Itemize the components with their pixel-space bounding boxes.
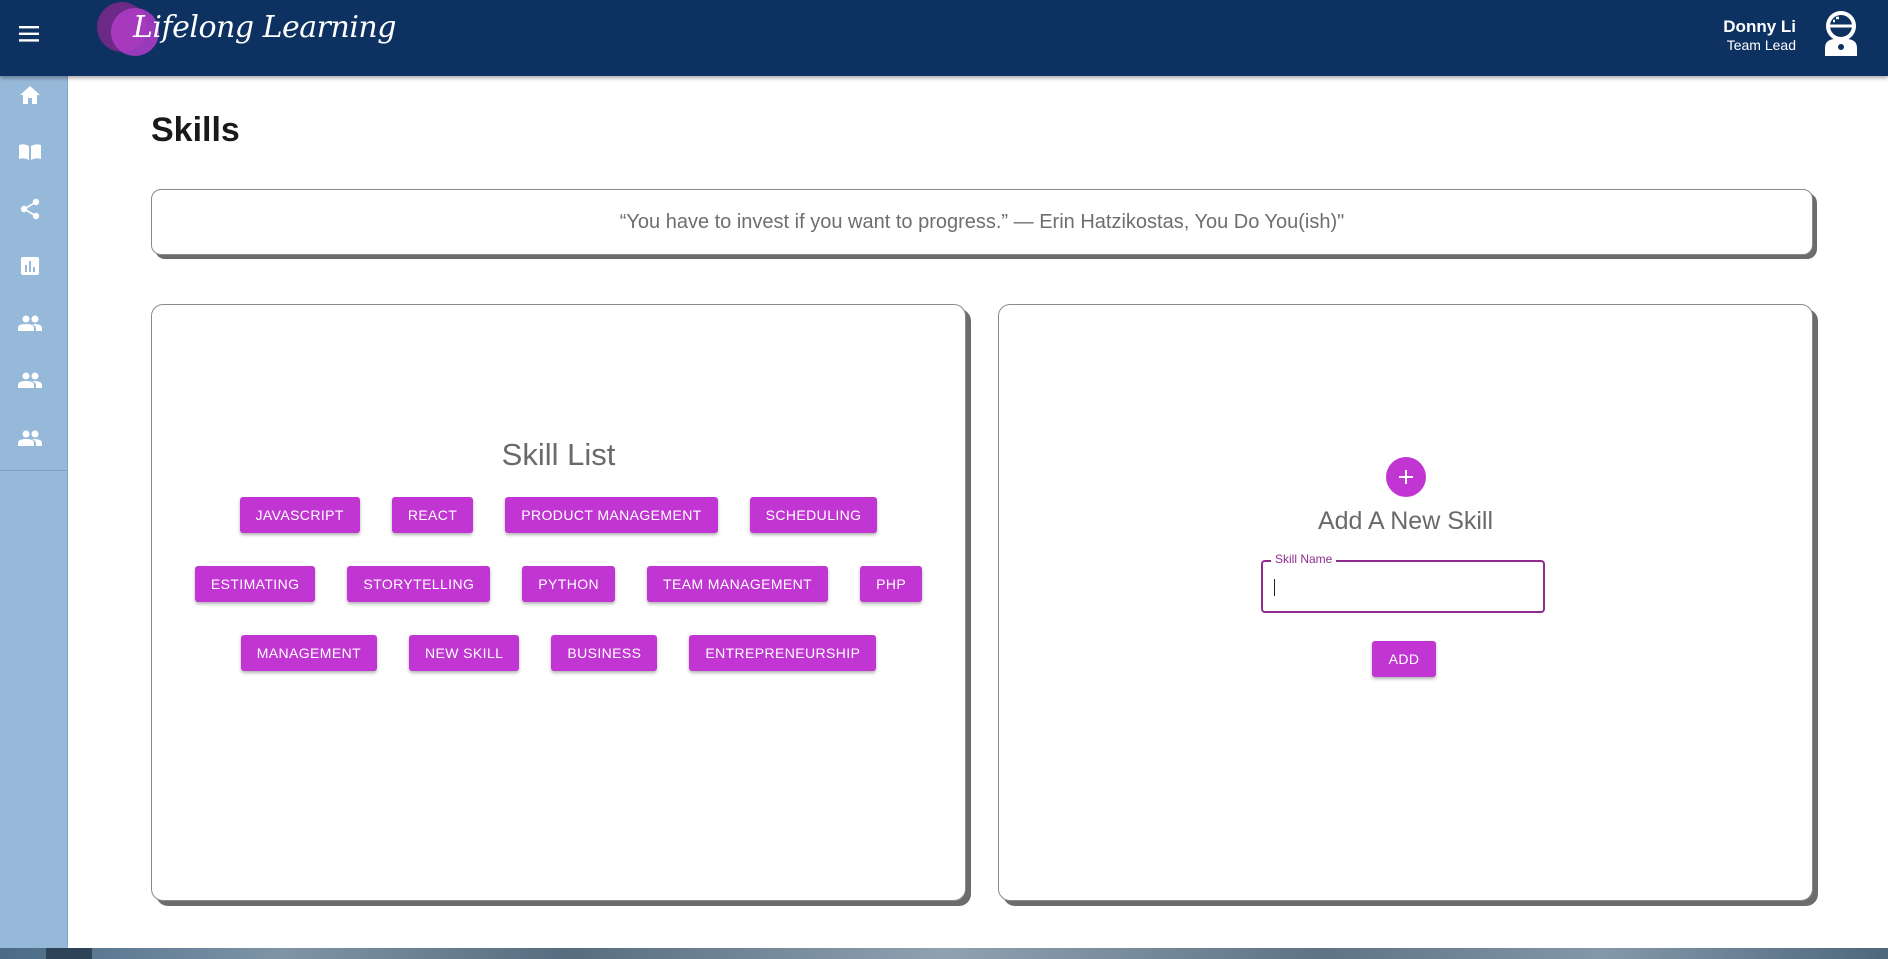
book-icon: [19, 144, 41, 160]
os-taskbar: [0, 948, 1888, 959]
skill-row: MANAGEMENT NEW SKILL BUSINESS ENTREPRENE…: [152, 635, 965, 673]
skill-chip[interactable]: JAVASCRIPT: [239, 497, 360, 533]
sidebar-item-learning[interactable]: [16, 138, 44, 166]
skill-chip[interactable]: ESTIMATING: [194, 566, 316, 602]
skill-chip[interactable]: REACT: [391, 497, 474, 533]
share-icon: [20, 198, 40, 220]
logo-text: Lifelong Learning: [133, 10, 396, 45]
skill-chip[interactable]: ENTREPRENEURSHIP: [689, 635, 877, 671]
skill-chip[interactable]: PHP: [860, 566, 923, 602]
people-icon: [18, 315, 42, 331]
skill-name-field-wrapper: Skill Name: [1261, 552, 1547, 615]
add-skill-title: Add A New Skill: [1317, 507, 1494, 535]
add-skill-card: Add A New Skill Skill Name ADD: [998, 304, 1813, 901]
sidebar-item-team-2[interactable]: [16, 366, 44, 394]
menu-icon[interactable]: [16, 20, 44, 48]
text-caret: [1274, 579, 1275, 596]
plus-icon: [1399, 470, 1413, 484]
quote-text: “You have to invest if you want to progr…: [619, 210, 1345, 233]
app-logo[interactable]: Lifelong Learning: [95, 0, 396, 60]
skill-chip[interactable]: MANAGEMENT: [240, 635, 378, 671]
skill-chip[interactable]: TEAM MANAGEMENT: [647, 566, 829, 602]
add-button[interactable]: ADD: [1372, 641, 1436, 677]
skill-list-title: Skill List: [501, 437, 616, 472]
skill-row: ESTIMATING STORYTELLING PYTHON TEAM MANA…: [152, 566, 965, 604]
sidebar-nav: [0, 76, 67, 471]
bar-chart-icon: [21, 257, 39, 275]
user-info[interactable]: Donny Li Team Lead: [1723, 17, 1796, 54]
user-name: Donny Li: [1723, 17, 1796, 36]
sidebar-item-home[interactable]: [16, 81, 44, 109]
add-skill-icon[interactable]: [1386, 457, 1426, 497]
skill-name-label: Skill Name: [1271, 552, 1337, 566]
sidebar-item-team-3[interactable]: [16, 424, 44, 452]
skill-chip[interactable]: BUSINESS: [551, 635, 658, 671]
skill-chip[interactable]: SCHEDULING: [749, 497, 878, 533]
people-icon: [18, 430, 42, 446]
skill-chip[interactable]: PYTHON: [522, 566, 616, 602]
skill-row: JAVASCRIPT REACT PRODUCT MANAGEMENT SCHE…: [152, 497, 965, 535]
skill-chip[interactable]: NEW SKILL: [409, 635, 520, 671]
home-icon: [20, 86, 40, 104]
taskbar-item[interactable]: [46, 948, 92, 959]
skill-chip[interactable]: STORYTELLING: [347, 566, 491, 602]
user-role: Team Lead: [1726, 37, 1796, 53]
top-app-bar: Lifelong Learning Donny Li Team Lead: [0, 0, 1888, 76]
sidebar-item-reports[interactable]: [16, 252, 44, 280]
page-title: Skills: [151, 111, 240, 149]
main-content: Skills “You have to invest if you want t…: [68, 76, 1888, 948]
skill-chip-list: JAVASCRIPT REACT PRODUCT MANAGEMENT SCHE…: [152, 497, 965, 704]
skill-list-card: Skill List JAVASCRIPT REACT PRODUCT MANA…: [151, 304, 966, 901]
people-icon: [18, 372, 42, 388]
sidebar-item-share[interactable]: [16, 195, 44, 223]
sidebar-item-team-1[interactable]: [16, 309, 44, 337]
avatar-icon[interactable]: [1820, 11, 1868, 61]
skill-chip[interactable]: PRODUCT MANAGEMENT: [505, 497, 718, 533]
sidebar: [0, 76, 68, 948]
skill-name-input[interactable]: [1273, 574, 1535, 602]
quote-card: “You have to invest if you want to progr…: [151, 189, 1813, 255]
